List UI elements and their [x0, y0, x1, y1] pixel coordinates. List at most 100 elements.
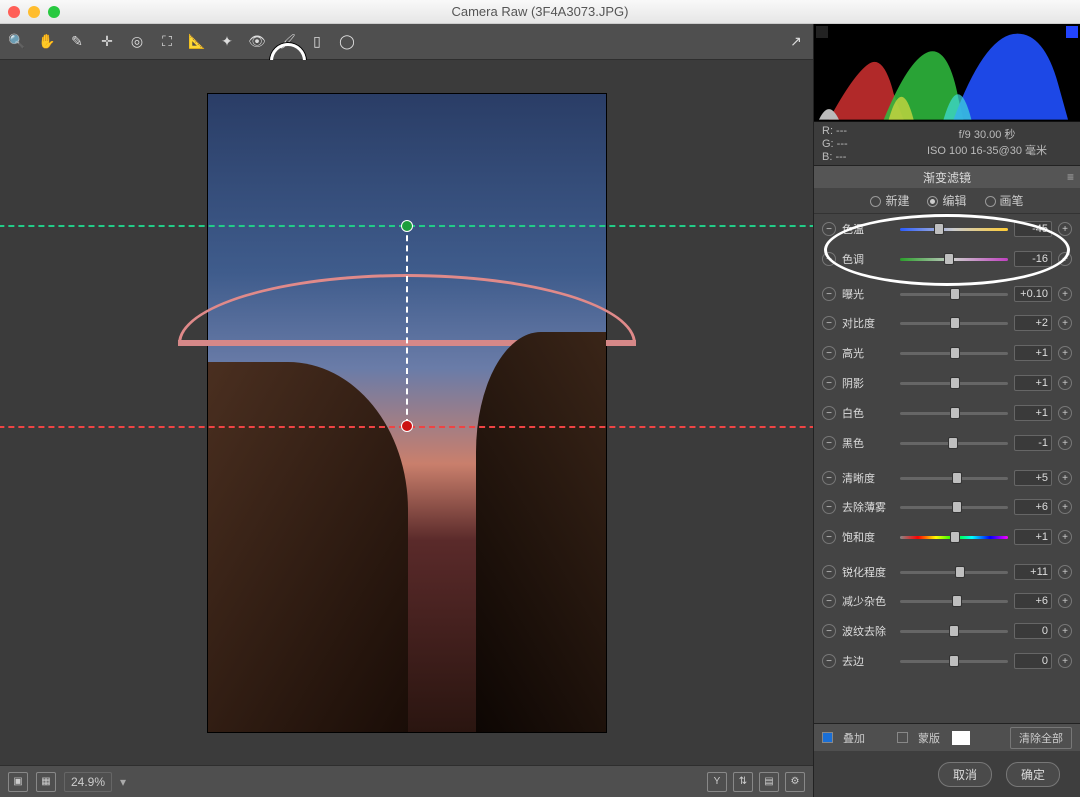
view-option-icon[interactable]: ⇅: [733, 772, 753, 792]
grid-view-icon[interactable]: ▦: [36, 772, 56, 792]
track-moire[interactable]: [900, 624, 1008, 638]
hand-tool[interactable]: ✋: [38, 33, 56, 51]
increase-shadows-button[interactable]: +: [1058, 376, 1072, 390]
value-defringe[interactable]: 0: [1014, 653, 1052, 669]
decrease-blacks-button[interactable]: −: [822, 436, 836, 450]
ok-button[interactable]: 确定: [1006, 762, 1060, 787]
increase-defringe-button[interactable]: +: [1058, 654, 1072, 668]
white-balance-tool[interactable]: ✎: [68, 33, 86, 51]
value-clarity[interactable]: +5: [1014, 470, 1052, 486]
histogram[interactable]: [814, 24, 1080, 122]
radial-filter-tool[interactable]: ◯: [338, 33, 356, 51]
track-saturation[interactable]: [900, 530, 1008, 544]
decrease-temperature-button[interactable]: −: [822, 222, 836, 236]
highlight-clip-icon[interactable]: [1066, 26, 1078, 38]
mode-新建[interactable]: 新建: [870, 192, 909, 209]
value-exposure[interactable]: +0.10: [1014, 286, 1052, 302]
track-highlights[interactable]: [900, 346, 1008, 360]
track-dehaze[interactable]: [900, 500, 1008, 514]
view-option-icon[interactable]: Y: [707, 772, 727, 792]
zoom-level[interactable]: 24.9%: [64, 772, 112, 792]
mask-checkbox[interactable]: [897, 732, 908, 743]
value-saturation[interactable]: +1: [1014, 529, 1052, 545]
mode-编辑[interactable]: 编辑: [927, 192, 966, 209]
increase-clarity-button[interactable]: +: [1058, 471, 1072, 485]
value-dehaze[interactable]: +6: [1014, 499, 1052, 515]
value-highlights[interactable]: +1: [1014, 345, 1052, 361]
preview-image: [207, 93, 607, 733]
decrease-tint-button[interactable]: −: [822, 252, 836, 266]
mode-画笔[interactable]: 画笔: [985, 192, 1024, 209]
label-dehaze: 去除薄雾: [842, 499, 894, 515]
increase-noise-reduction-button[interactable]: +: [1058, 594, 1072, 608]
value-whites[interactable]: +1: [1014, 405, 1052, 421]
increase-dehaze-button[interactable]: +: [1058, 500, 1072, 514]
track-noise-reduction[interactable]: [900, 594, 1008, 608]
track-contrast[interactable]: [900, 316, 1008, 330]
track-blacks[interactable]: [900, 436, 1008, 450]
increase-sharpness-button[interactable]: +: [1058, 565, 1072, 579]
color-sampler-tool[interactable]: ✛: [98, 33, 116, 51]
decrease-dehaze-button[interactable]: −: [822, 500, 836, 514]
view-option-icon[interactable]: ▤: [759, 772, 779, 792]
decrease-contrast-button[interactable]: −: [822, 316, 836, 330]
increase-exposure-button[interactable]: +: [1058, 287, 1072, 301]
gradient-start-handle[interactable]: [401, 220, 413, 232]
track-sharpness[interactable]: [900, 565, 1008, 579]
cancel-button[interactable]: 取消: [938, 762, 992, 787]
track-defringe[interactable]: [900, 654, 1008, 668]
clear-all-button[interactable]: 清除全部: [1010, 727, 1072, 749]
increase-blacks-button[interactable]: +: [1058, 436, 1072, 450]
graduated-filter-tool[interactable]: ▯: [308, 33, 326, 51]
crop-tool[interactable]: ⛶: [158, 33, 176, 51]
spot-removal-tool[interactable]: ✦: [218, 33, 236, 51]
window-titlebar: Camera Raw (3F4A3073.JPG): [0, 0, 1080, 24]
gradient-end-handle[interactable]: [401, 420, 413, 432]
view-option-icon[interactable]: ⚙: [785, 772, 805, 792]
increase-contrast-button[interactable]: +: [1058, 316, 1072, 330]
increase-whites-button[interactable]: +: [1058, 406, 1072, 420]
image-canvas[interactable]: [0, 60, 813, 765]
value-temperature[interactable]: -45: [1014, 221, 1052, 237]
track-whites[interactable]: [900, 406, 1008, 420]
adjustment-brush-tool[interactable]: 🖌: [278, 33, 296, 51]
increase-moire-button[interactable]: +: [1058, 624, 1072, 638]
open-preferences-icon[interactable]: ↗: [787, 33, 805, 51]
decrease-clarity-button[interactable]: −: [822, 471, 836, 485]
decrease-shadows-button[interactable]: −: [822, 376, 836, 390]
value-tint[interactable]: -16: [1014, 251, 1052, 267]
track-tint[interactable]: [900, 252, 1008, 266]
increase-highlights-button[interactable]: +: [1058, 346, 1072, 360]
increase-saturation-button[interactable]: +: [1058, 530, 1072, 544]
decrease-saturation-button[interactable]: −: [822, 530, 836, 544]
decrease-noise-reduction-button[interactable]: −: [822, 594, 836, 608]
track-clarity[interactable]: [900, 471, 1008, 485]
track-temperature[interactable]: [900, 222, 1008, 236]
zoom-tool[interactable]: 🔍: [8, 33, 26, 51]
decrease-sharpness-button[interactable]: −: [822, 565, 836, 579]
targeted-adjustment-tool[interactable]: ◎: [128, 33, 146, 51]
shadow-clip-icon[interactable]: [816, 26, 828, 38]
value-contrast[interactable]: +2: [1014, 315, 1052, 331]
value-blacks[interactable]: -1: [1014, 435, 1052, 451]
decrease-moire-button[interactable]: −: [822, 624, 836, 638]
increase-temperature-button[interactable]: +: [1058, 222, 1072, 236]
decrease-exposure-button[interactable]: −: [822, 287, 836, 301]
value-sharpness[interactable]: +11: [1014, 564, 1052, 580]
decrease-highlights-button[interactable]: −: [822, 346, 836, 360]
value-shadows[interactable]: +1: [1014, 375, 1052, 391]
fit-view-icon[interactable]: ▣: [8, 772, 28, 792]
track-shadows[interactable]: [900, 376, 1008, 390]
decrease-whites-button[interactable]: −: [822, 406, 836, 420]
straighten-tool[interactable]: 📐: [188, 33, 206, 51]
panel-menu-icon[interactable]: ≡: [1067, 170, 1074, 184]
red-eye-tool[interactable]: 👁: [248, 33, 266, 51]
overlay-checkbox[interactable]: [822, 732, 833, 743]
decrease-defringe-button[interactable]: −: [822, 654, 836, 668]
track-exposure[interactable]: [900, 287, 1008, 301]
value-moire[interactable]: 0: [1014, 623, 1052, 639]
increase-tint-button[interactable]: +: [1058, 252, 1072, 266]
value-noise-reduction[interactable]: +6: [1014, 593, 1052, 609]
mask-color-swatch[interactable]: [952, 731, 970, 745]
gradient-axis[interactable]: [406, 225, 408, 425]
